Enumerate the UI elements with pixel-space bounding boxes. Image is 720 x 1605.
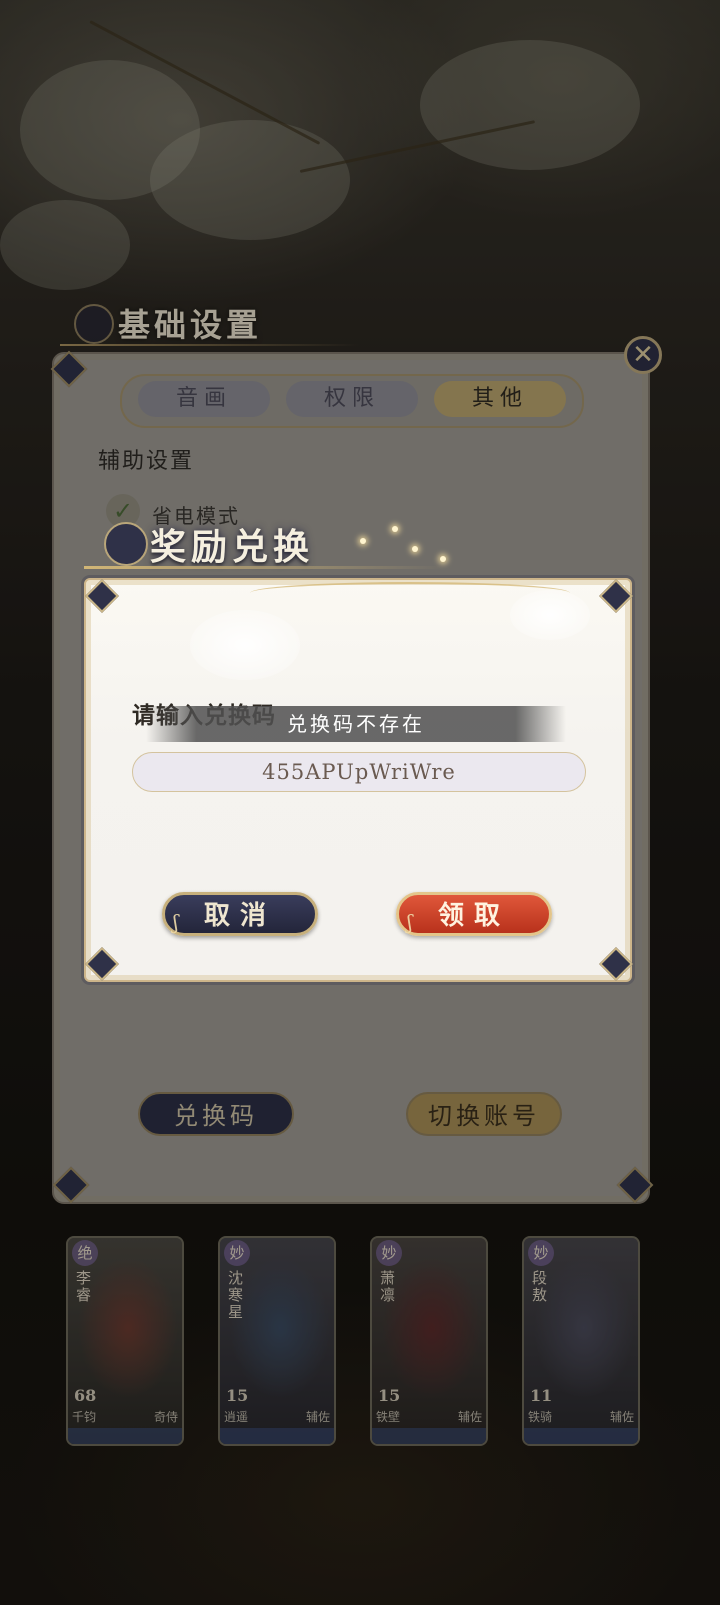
sparkle bbox=[412, 546, 418, 552]
cancel-button-label: 取消 bbox=[203, 901, 276, 931]
dialog-title: 奖励兑换 bbox=[150, 526, 315, 568]
cloud-glow bbox=[190, 610, 300, 680]
swirl-icon: ʃ bbox=[407, 910, 413, 934]
claim-button-label: 领取 bbox=[437, 901, 510, 931]
swirl-icon: ʃ bbox=[173, 910, 179, 934]
claim-button[interactable]: ʃ 领取 bbox=[396, 892, 552, 936]
error-toast: 兑换码不存在 bbox=[146, 706, 566, 742]
sparkle bbox=[392, 526, 398, 532]
cloud-glow bbox=[510, 590, 590, 640]
redeem-code-input[interactable]: 455APUpWriWre bbox=[132, 752, 586, 792]
crest-icon bbox=[104, 522, 148, 566]
title-underline bbox=[84, 566, 444, 569]
sparkle bbox=[440, 556, 446, 562]
sparkle bbox=[360, 538, 366, 544]
cancel-button[interactable]: ʃ 取消 bbox=[162, 892, 318, 936]
